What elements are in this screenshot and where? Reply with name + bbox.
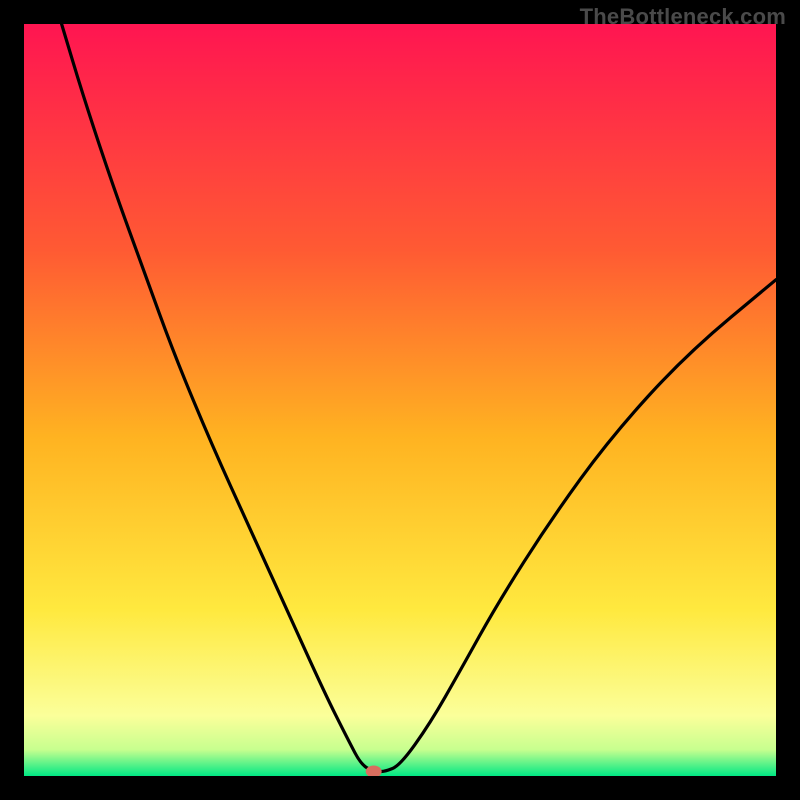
watermark-text: TheBottleneck.com	[580, 4, 786, 30]
gradient-background	[24, 24, 776, 776]
plot-area	[24, 24, 776, 776]
chart-svg	[24, 24, 776, 776]
chart-frame: TheBottleneck.com	[0, 0, 800, 800]
